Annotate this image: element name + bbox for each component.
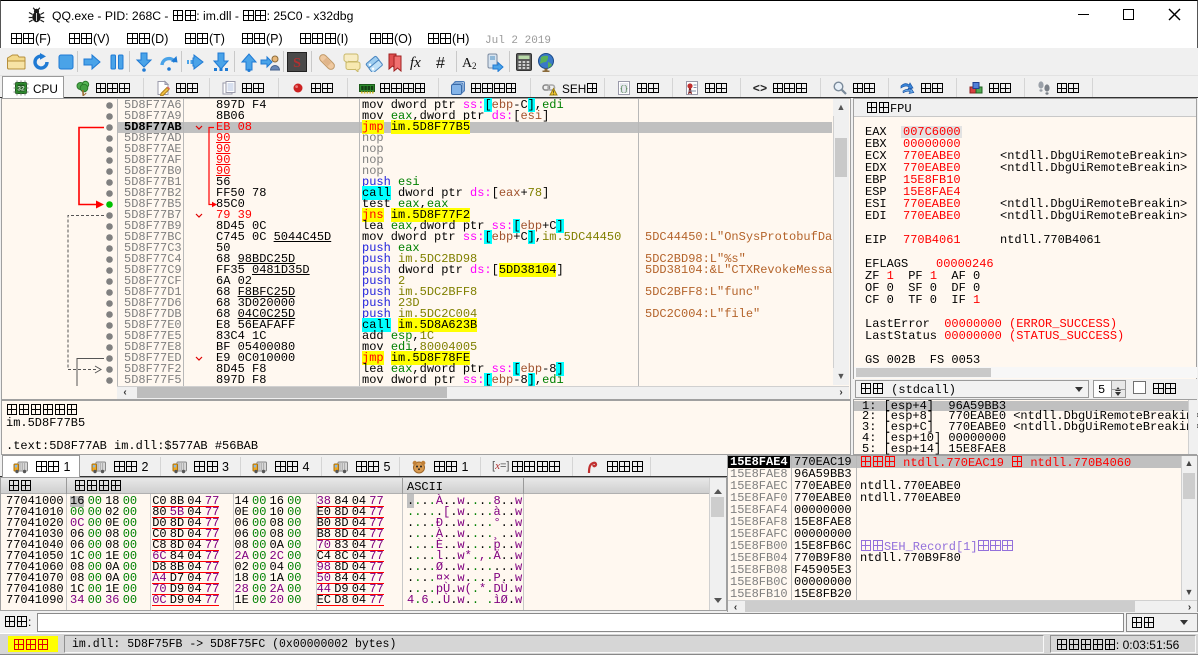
svg-text:<>: <> <box>753 82 767 96</box>
svg-text:!: ! <box>553 91 555 97</box>
svg-text:fx: fx <box>410 55 421 71</box>
svg-text:2: 2 <box>472 61 477 71</box>
svg-text:S: S <box>293 56 301 71</box>
svg-text:32: 32 <box>17 86 25 93</box>
svg-text:#: # <box>436 55 445 72</box>
svg-text:{}: {} <box>620 86 628 94</box>
